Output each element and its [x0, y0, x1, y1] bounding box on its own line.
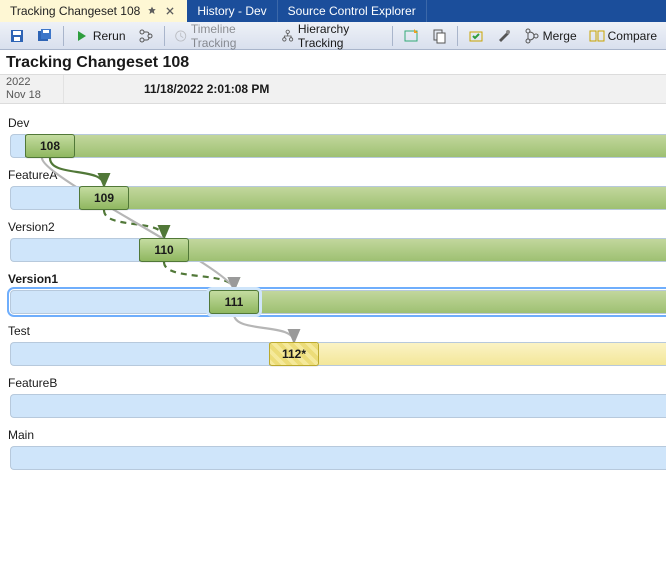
changeset-box[interactable]: 108 — [25, 134, 75, 158]
branch-featureb: FeatureB — [0, 376, 666, 418]
branch-fill — [209, 291, 666, 313]
separator — [392, 26, 393, 46]
tab-label: Tracking Changeset 108 — [10, 4, 140, 18]
tab-label: History - Dev — [197, 4, 266, 18]
separator — [457, 26, 458, 46]
merge-button[interactable]: Merge — [519, 25, 582, 47]
branch-lane[interactable] — [10, 394, 666, 418]
tab-tracking-changeset[interactable]: Tracking Changeset 108 — [0, 0, 187, 22]
timeline: Dev 108 FeatureA 109 Version2 110 Version1 111 T… — [0, 104, 666, 490]
branch-fill — [139, 239, 666, 261]
tab-label: Source Control Explorer — [288, 4, 416, 18]
branch-label: FeatureA — [8, 168, 658, 182]
tab-strip: Tracking Changeset 108 History - Dev Sou… — [0, 0, 666, 22]
changeset-box[interactable]: 109 — [79, 186, 129, 210]
rerun-label: Rerun — [93, 29, 126, 43]
page: Tracking Changeset 108 2022 Nov 18 11/18… — [0, 54, 666, 490]
branch-picker-button[interactable] — [133, 25, 159, 47]
branch-fill — [25, 135, 666, 157]
branch-lane[interactable]: 111 — [10, 290, 666, 314]
timeline-tracking-button[interactable]: Timeline Tracking — [169, 25, 274, 47]
timeline-label: Timeline Tracking — [191, 22, 270, 50]
pin-icon[interactable] — [146, 5, 158, 17]
date-stamp: 11/18/2022 2:01:08 PM — [64, 75, 666, 103]
toolbar: Rerun Timeline Tracking Hierarchy Tracki… — [0, 22, 666, 50]
save-button[interactable] — [4, 25, 30, 47]
save-all-button[interactable] — [32, 25, 58, 47]
date-day: Nov 18 — [6, 89, 63, 102]
hierarchy-label: Hierarchy Tracking — [298, 22, 382, 50]
copy-button[interactable] — [426, 25, 452, 47]
check-button[interactable] — [463, 25, 489, 47]
tab-source-control-explorer[interactable]: Source Control Explorer — [278, 0, 427, 22]
separator — [164, 26, 165, 46]
new-query-button[interactable] — [398, 25, 424, 47]
branch-fill — [79, 187, 666, 209]
date-bar: 2022 Nov 18 11/18/2022 2:01:08 PM — [0, 74, 666, 104]
compare-button[interactable]: Compare — [584, 25, 662, 47]
date-axis-label: 2022 Nov 18 — [0, 75, 64, 103]
branch-lane[interactable]: 108 — [10, 134, 666, 158]
date-year: 2022 — [6, 76, 63, 89]
hierarchy-tracking-button[interactable]: Hierarchy Tracking — [276, 25, 387, 47]
rerun-button[interactable]: Rerun — [69, 25, 131, 47]
branch-test: Test 112* — [0, 324, 666, 366]
changeset-box[interactable]: 112* — [269, 342, 319, 366]
branch-label: Main — [8, 428, 658, 442]
separator — [63, 26, 64, 46]
page-title: Tracking Changeset 108 — [6, 54, 660, 72]
branch-lane[interactable]: 112* — [10, 342, 666, 366]
compare-label: Compare — [608, 29, 657, 43]
branch-label: FeatureB — [8, 376, 658, 390]
branch-dev: Dev 108 — [0, 116, 666, 158]
branch-main: Main — [0, 428, 666, 470]
branch-label: Dev — [8, 116, 658, 130]
branch-version1: Version1 111 — [0, 272, 666, 314]
close-icon[interactable] — [164, 5, 176, 17]
branch-lane[interactable]: 109 — [10, 186, 666, 210]
changeset-box[interactable]: 111 — [209, 290, 259, 314]
branch-lane[interactable]: 110 — [10, 238, 666, 262]
changeset-box[interactable]: 110 — [139, 238, 189, 262]
settings-button[interactable] — [491, 25, 517, 47]
tab-history-dev[interactable]: History - Dev — [187, 0, 277, 22]
branch-label: Version2 — [8, 220, 658, 234]
branch-label: Version1 — [8, 272, 658, 286]
branch-label: Test — [8, 324, 658, 338]
merge-label: Merge — [543, 29, 577, 43]
branch-fill — [269, 343, 666, 365]
branch-lane[interactable] — [10, 446, 666, 470]
branch-version2: Version2 110 — [0, 220, 666, 262]
branch-featurea: FeatureA 109 — [0, 168, 666, 210]
